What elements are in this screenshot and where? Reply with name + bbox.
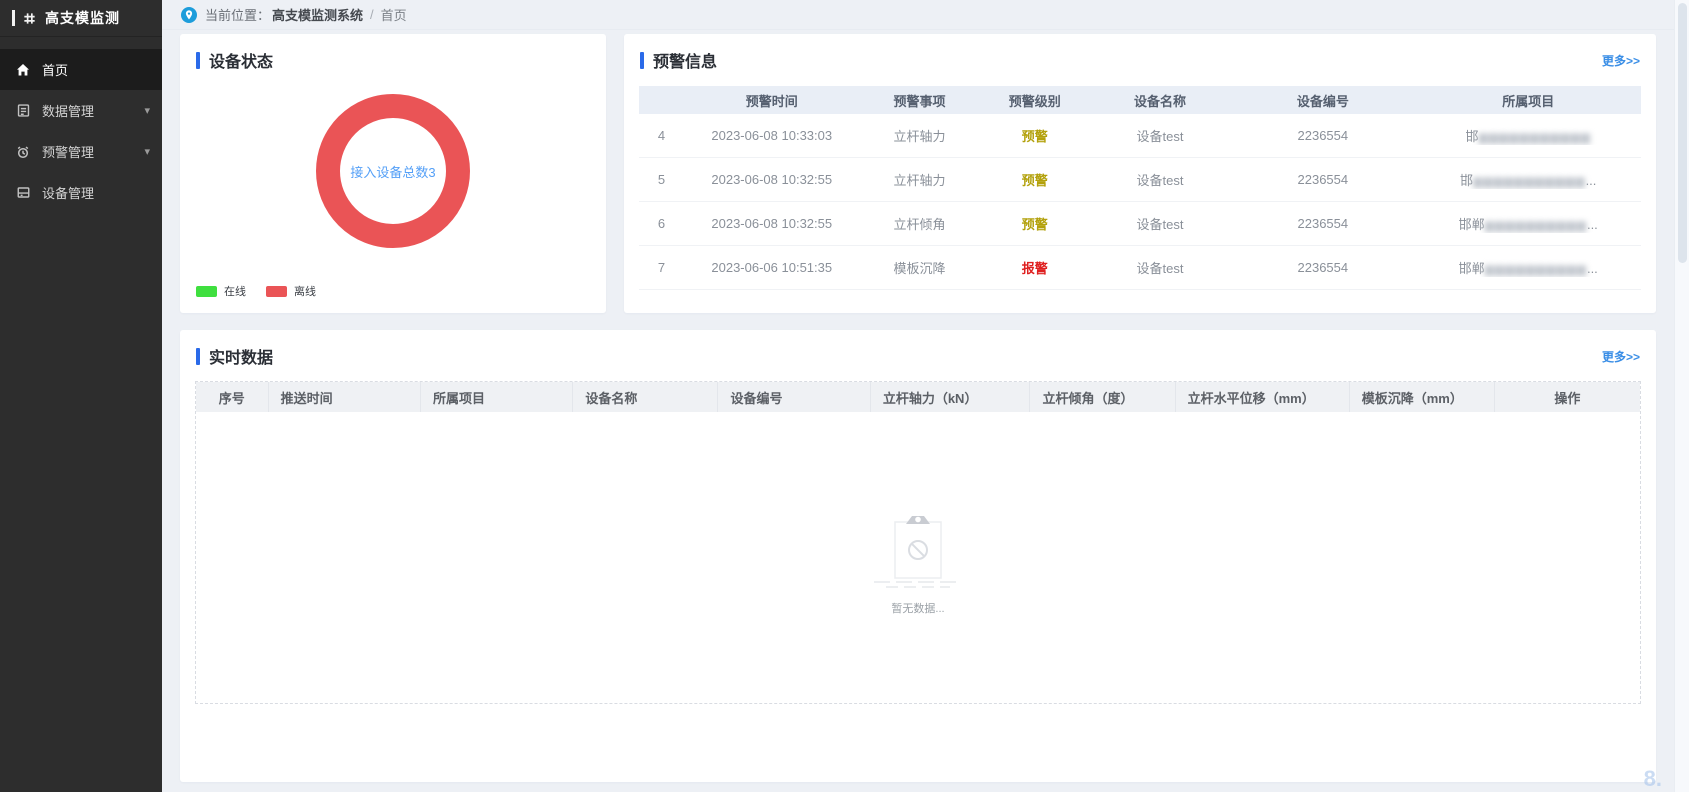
table-row[interactable]: 4 2023-06-08 10:33:03 立杆轴力 预警 设备test 223… [639,114,1641,158]
realtime-data-card: 实时数据 更多>> 序号 推送时间 所属项目 设备名称 设备编号 立杆轴力（kN… [180,330,1656,782]
realtime-data-title: 实时数据 [209,344,273,368]
device-status-title: 设备状态 [209,48,273,72]
device-icon [14,184,32,202]
table-row[interactable]: 7 2023-06-06 10:51:35 模板沉降 报警 设备test 223… [639,246,1641,290]
page-content: 设备状态 接入设备总数3 在线 离线 [162,30,1674,782]
status-badge: 预警 [980,170,1090,189]
sidebar-item-warning-management[interactable]: 预警管理 ▾ [0,131,162,172]
sidebar-item-label: 设备管理 [42,183,94,202]
sidebar-item-label: 首页 [42,60,68,79]
sidebar-item-device-management[interactable]: 设备管理 [0,172,162,213]
warning-table-header: 预警时间 预警事项 预警级别 设备名称 设备编号 所属项目 [639,86,1641,114]
title-accent-bar [196,52,200,69]
online-swatch [196,286,217,297]
realtime-table-body: 暂无数据... [196,412,1640,703]
breadcrumb: 当前位置： 高支模监测系统 / 首页 [162,0,1674,30]
realtime-more-link[interactable]: 更多>> [1602,348,1640,365]
logo-bar [12,10,15,26]
breadcrumb-system[interactable]: 高支模监测系统 [272,5,363,24]
app-logo: 高支模监测 [0,0,162,37]
breadcrumb-separator: / [370,7,374,22]
warning-info-card: 预警信息 更多>> 预警时间 预警事项 预警级别 设备名称 设备编号 所属项目 [624,34,1656,313]
legend-item-offline: 离线 [266,283,316,299]
realtime-table: 序号 推送时间 所属项目 设备名称 设备编号 立杆轴力（kN） 立杆倾角（度） … [195,381,1641,704]
breadcrumb-current: 首页 [381,5,407,24]
scrollbar-thumb[interactable] [1678,3,1687,263]
redacted-text: ▆▆▆▆▆▆▆▆▆▆▆ [1473,174,1586,188]
grid-logo-icon [22,11,37,26]
warning-info-title: 预警信息 [653,48,717,72]
sidebar-nav: 首页 数据管理 ▾ 预警管理 ▾ [0,37,162,213]
location-pin-icon [181,7,197,23]
project-cell: 邯郸▆▆▆▆▆▆▆▆▆▆... [1416,258,1641,277]
table-row[interactable]: 6 2023-06-08 10:32:55 立杆倾角 预警 设备test 223… [639,202,1641,246]
chevron-down-icon: ▾ [144,145,150,158]
redacted-text: ▆▆▆▆▆▆▆▆▆▆ [1485,218,1587,232]
table-row[interactable]: 5 2023-06-08 10:32:55 立杆轴力 预警 设备test 223… [639,158,1641,202]
project-cell: 邯▆▆▆▆▆▆▆▆▆▆▆ [1416,126,1641,145]
status-badge: 预警 [980,214,1090,233]
warning-table: 预警时间 预警事项 预警级别 设备名称 设备编号 所属项目 4 2023-06-… [639,86,1641,290]
empty-state: 暂无数据... [864,508,972,616]
redacted-text: ▆▆▆▆▆▆▆▆▆▆▆ [1478,130,1591,144]
chevron-down-icon: ▾ [144,104,150,117]
redacted-text: ▆▆▆▆▆▆▆▆▆▆ [1485,262,1587,276]
warning-more-link[interactable]: 更多>> [1602,52,1640,69]
main-area: 当前位置： 高支模监测系统 / 首页 设备状态 接入设备总数3 [162,0,1674,792]
data-icon [14,102,32,120]
sidebar: 高支模监测 首页 数据管理 ▾ [0,0,162,792]
sidebar-item-label: 数据管理 [42,101,94,120]
realtime-table-header: 序号 推送时间 所属项目 设备名称 设备编号 立杆轴力（kN） 立杆倾角（度） … [196,382,1640,412]
title-accent-bar [196,348,200,365]
offline-swatch [266,286,287,297]
project-cell: 邯郸▆▆▆▆▆▆▆▆▆▆... [1416,214,1641,233]
legend-item-online: 在线 [196,283,246,299]
device-status-donut[interactable]: 接入设备总数3 [316,94,470,248]
sidebar-item-data-management[interactable]: 数据管理 ▾ [0,90,162,131]
no-data-icon [864,508,972,594]
vertical-scrollbar[interactable] [1674,0,1689,792]
status-badge: 报警 [980,258,1090,277]
sidebar-item-label: 预警管理 [42,142,94,161]
empty-text: 暂无数据... [891,600,944,616]
project-cell: 邯▆▆▆▆▆▆▆▆▆▆▆... [1416,170,1641,189]
sidebar-item-home[interactable]: 首页 [0,49,162,90]
home-icon [14,61,32,79]
donut-legend: 在线 离线 [196,283,316,299]
title-accent-bar [640,52,644,69]
device-status-card: 设备状态 接入设备总数3 在线 离线 [180,34,606,313]
alarm-icon [14,143,32,161]
breadcrumb-location-label: 当前位置： [205,5,270,24]
watermark-text: 8. [1644,766,1662,792]
status-badge: 预警 [980,126,1090,145]
app-title: 高支模监测 [45,8,120,28]
donut-center-label: 接入设备总数3 [350,162,435,181]
